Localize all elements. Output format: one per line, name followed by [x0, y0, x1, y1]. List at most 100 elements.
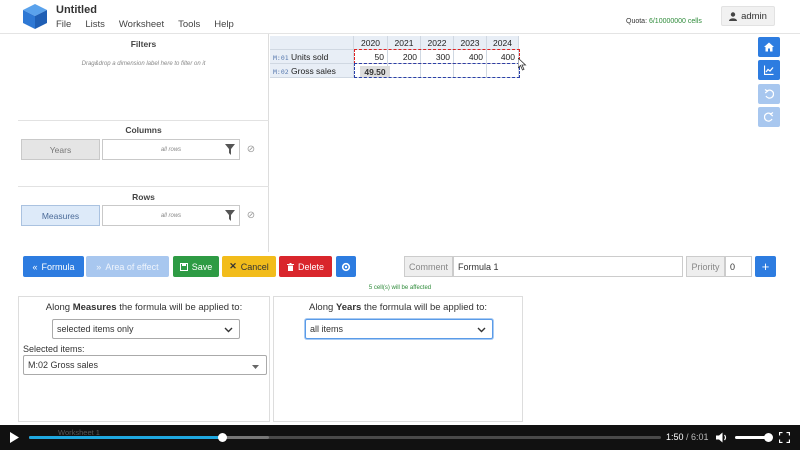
row-name: Gross sales	[291, 66, 336, 76]
columns-filter-box[interactable]: all rows	[102, 139, 240, 160]
column-header[interactable]: 2020	[354, 36, 388, 50]
current-time: 1:50	[666, 432, 684, 442]
quota-label: Quota:	[626, 18, 648, 25]
column-header[interactable]: 2023	[454, 36, 487, 50]
column-header[interactable]: 2022	[421, 36, 454, 50]
filters-title: Filters	[130, 39, 157, 49]
filter-icon[interactable]	[225, 210, 235, 221]
seek-progress	[29, 436, 222, 439]
divider	[18, 120, 269, 121]
top-bar: Untitled File Lists Worksheet Tools Help…	[0, 0, 800, 34]
quota-indicator: Quota: 6/10000000 cells	[626, 18, 702, 25]
data-cell[interactable]	[454, 64, 487, 78]
delete-button-label: Delete	[297, 261, 324, 272]
columns-clear-icon[interactable]: ⊘	[245, 144, 257, 156]
row-name: Units sold	[291, 52, 329, 62]
floppy-icon	[179, 262, 188, 271]
menu-tools[interactable]: Tools	[178, 19, 200, 30]
rows-clear-icon[interactable]: ⊘	[245, 210, 257, 222]
row-header[interactable]: M:02 Gross sales	[270, 64, 354, 78]
data-cell[interactable]	[421, 64, 454, 78]
save-button-label: Save	[191, 261, 213, 272]
editing-cell[interactable]: 49.50	[360, 66, 390, 77]
measures-apply-panel: Along Measures the formula will be appli…	[18, 296, 270, 422]
undo-icon	[764, 89, 774, 99]
selected-items-select[interactable]: M:02 Gross sales	[23, 355, 267, 375]
columns-dimension-years[interactable]: Years	[21, 139, 100, 160]
time-separator: /	[683, 432, 692, 442]
filter-icon[interactable]	[225, 144, 235, 155]
menu-worksheet[interactable]: Worksheet	[119, 19, 164, 30]
double-chevron-left-icon: «	[32, 261, 38, 272]
settings-button[interactable]	[336, 256, 356, 277]
fullscreen-icon[interactable]	[779, 432, 790, 443]
home-icon	[764, 42, 774, 52]
formula-button[interactable]: « Formula	[23, 256, 84, 277]
years-scope-select[interactable]: all items	[305, 319, 493, 339]
delete-button[interactable]: Delete	[279, 256, 332, 277]
row-header[interactable]: M:01 Units sold	[270, 50, 354, 64]
selected-items-value: M:02 Gross sales	[28, 360, 99, 370]
undo-button[interactable]	[758, 84, 780, 104]
home-button[interactable]	[758, 37, 780, 57]
worksheet-grid: 2020 2021 2022 2023 2024 M:01 Units sold…	[270, 34, 756, 252]
divider	[18, 186, 269, 187]
area-button-label: Area of effect	[105, 261, 159, 272]
duration: 6:01	[691, 432, 709, 442]
double-chevron-right-icon: »	[96, 261, 102, 272]
measures-panel-title: Along Measures the formula will be appli…	[19, 302, 269, 313]
time-display: 1:50 / 6:01	[666, 432, 709, 442]
chevron-down-icon	[477, 327, 486, 333]
comment-label: Comment	[404, 256, 453, 277]
comment-input[interactable]: Formula 1	[453, 256, 683, 277]
title-suffix: the formula will be applied to:	[119, 302, 243, 313]
title-suffix: the formula will be applied to:	[363, 302, 487, 313]
menu-file[interactable]: File	[56, 19, 71, 30]
priority-input[interactable]: 0	[725, 256, 752, 277]
columns-filter-text: all rows	[160, 146, 182, 153]
rows-dimension-measures[interactable]: Measures	[21, 205, 100, 226]
data-cell[interactable]: 400	[454, 50, 487, 64]
rows-filter-box[interactable]: all rows	[102, 205, 240, 226]
volume-icon[interactable]	[716, 432, 728, 443]
data-cell[interactable]: 200	[388, 50, 421, 64]
selected-items-label: Selected items:	[23, 344, 85, 354]
save-button[interactable]: Save	[173, 256, 219, 277]
seek-handle[interactable]	[218, 433, 227, 442]
column-header[interactable]: 2021	[388, 36, 421, 50]
filters-dropzone[interactable]: Drag&drop a dimension label here to filt…	[18, 61, 269, 67]
quota-value: 6/10000000 cells	[648, 18, 702, 25]
menu-lists[interactable]: Lists	[85, 19, 105, 30]
cube-logo-icon	[23, 4, 47, 29]
data-cell[interactable]: 300	[421, 50, 454, 64]
redo-button[interactable]	[758, 107, 780, 127]
row-code: M:02	[273, 68, 289, 76]
add-formula-button[interactable]: +	[755, 256, 776, 277]
title-dimension: Years	[335, 302, 362, 313]
redo-icon	[764, 112, 774, 122]
measures-scope-select[interactable]: selected items only	[52, 319, 240, 339]
user-icon	[729, 11, 738, 21]
columns-title: Columns	[125, 125, 162, 135]
title-prefix: Along	[308, 302, 334, 313]
volume-handle[interactable]	[764, 433, 773, 442]
chart-button[interactable]	[758, 60, 780, 80]
data-cell[interactable]	[487, 64, 519, 78]
rows-title: Rows	[132, 192, 155, 202]
years-scope-value: all items	[310, 324, 344, 334]
formula-button-label: Formula	[41, 261, 75, 272]
column-header[interactable]: 2024	[487, 36, 519, 50]
data-cell[interactable]	[388, 64, 421, 78]
priority-label: Priority	[686, 256, 725, 277]
play-icon[interactable]	[10, 432, 19, 443]
title-dimension: Measures	[72, 302, 117, 313]
user-menu-button[interactable]: admin	[721, 6, 775, 26]
data-cell[interactable]: 50	[354, 50, 388, 64]
area-of-effect-button[interactable]: » Area of effect	[86, 256, 169, 277]
data-cell[interactable]: 400	[487, 50, 519, 64]
menu-help[interactable]: Help	[214, 19, 234, 30]
cancel-button[interactable]: ✕ Cancel	[222, 256, 276, 277]
affected-cells-note: 5 cell(s) will be affected	[368, 285, 432, 291]
chart-icon	[764, 65, 774, 75]
plus-icon: +	[761, 259, 770, 274]
